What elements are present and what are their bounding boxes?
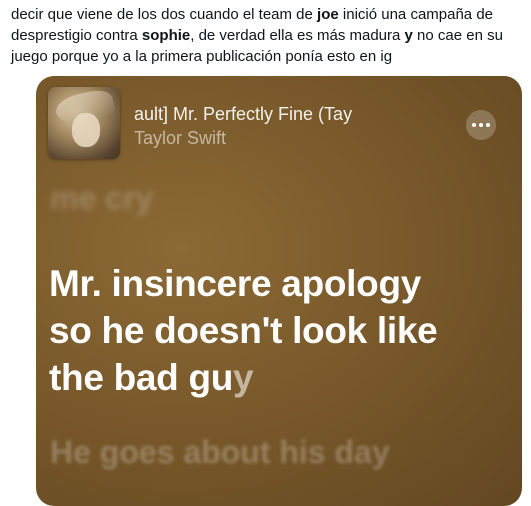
lyric-current-line-2: so he doesn't look like: [49, 310, 438, 351]
lyric-sung-part: the bad gu: [49, 357, 234, 398]
lyric-current-line-3: the bad guy: [49, 354, 509, 401]
album-art-face-shape: [72, 113, 100, 147]
more-options-button[interactable]: [466, 110, 496, 140]
tweet-text-bold: y: [404, 27, 413, 44]
ellipsis-icon-dot: [472, 123, 476, 127]
lyric-unsung-part: y: [233, 357, 254, 398]
tweet-text-segment: , de verdad ella es más madura: [190, 27, 405, 44]
song-title: ault] Mr. Perfectly Fine (Tay: [134, 104, 353, 124]
tweet-text: decir que viene de los dos cuando el tea…: [11, 4, 523, 67]
lyric-current-line-1: Mr. insincere apology: [49, 263, 422, 304]
tweet-text-bold: sophie: [141, 27, 191, 44]
ellipsis-icon-dot: [479, 123, 483, 127]
lyric-current-line: Mr. insincere apology so he doesn't look…: [49, 260, 509, 401]
album-art[interactable]: [48, 87, 120, 159]
tweet-text-segment: decir que viene de los dos cuando el tea…: [11, 6, 318, 23]
lyric-next-line: He goes about his day: [50, 434, 390, 470]
ellipsis-icon-dot: [486, 123, 490, 127]
tweet-text-bold: joe: [317, 6, 339, 23]
media-image-lyrics-card[interactable]: ault] Mr. Perfectly Fine (Tay Taylor Swi…: [36, 76, 522, 506]
lyric-previous-line: me cry: [50, 180, 154, 216]
artist-name: Taylor Swift: [134, 128, 227, 148]
